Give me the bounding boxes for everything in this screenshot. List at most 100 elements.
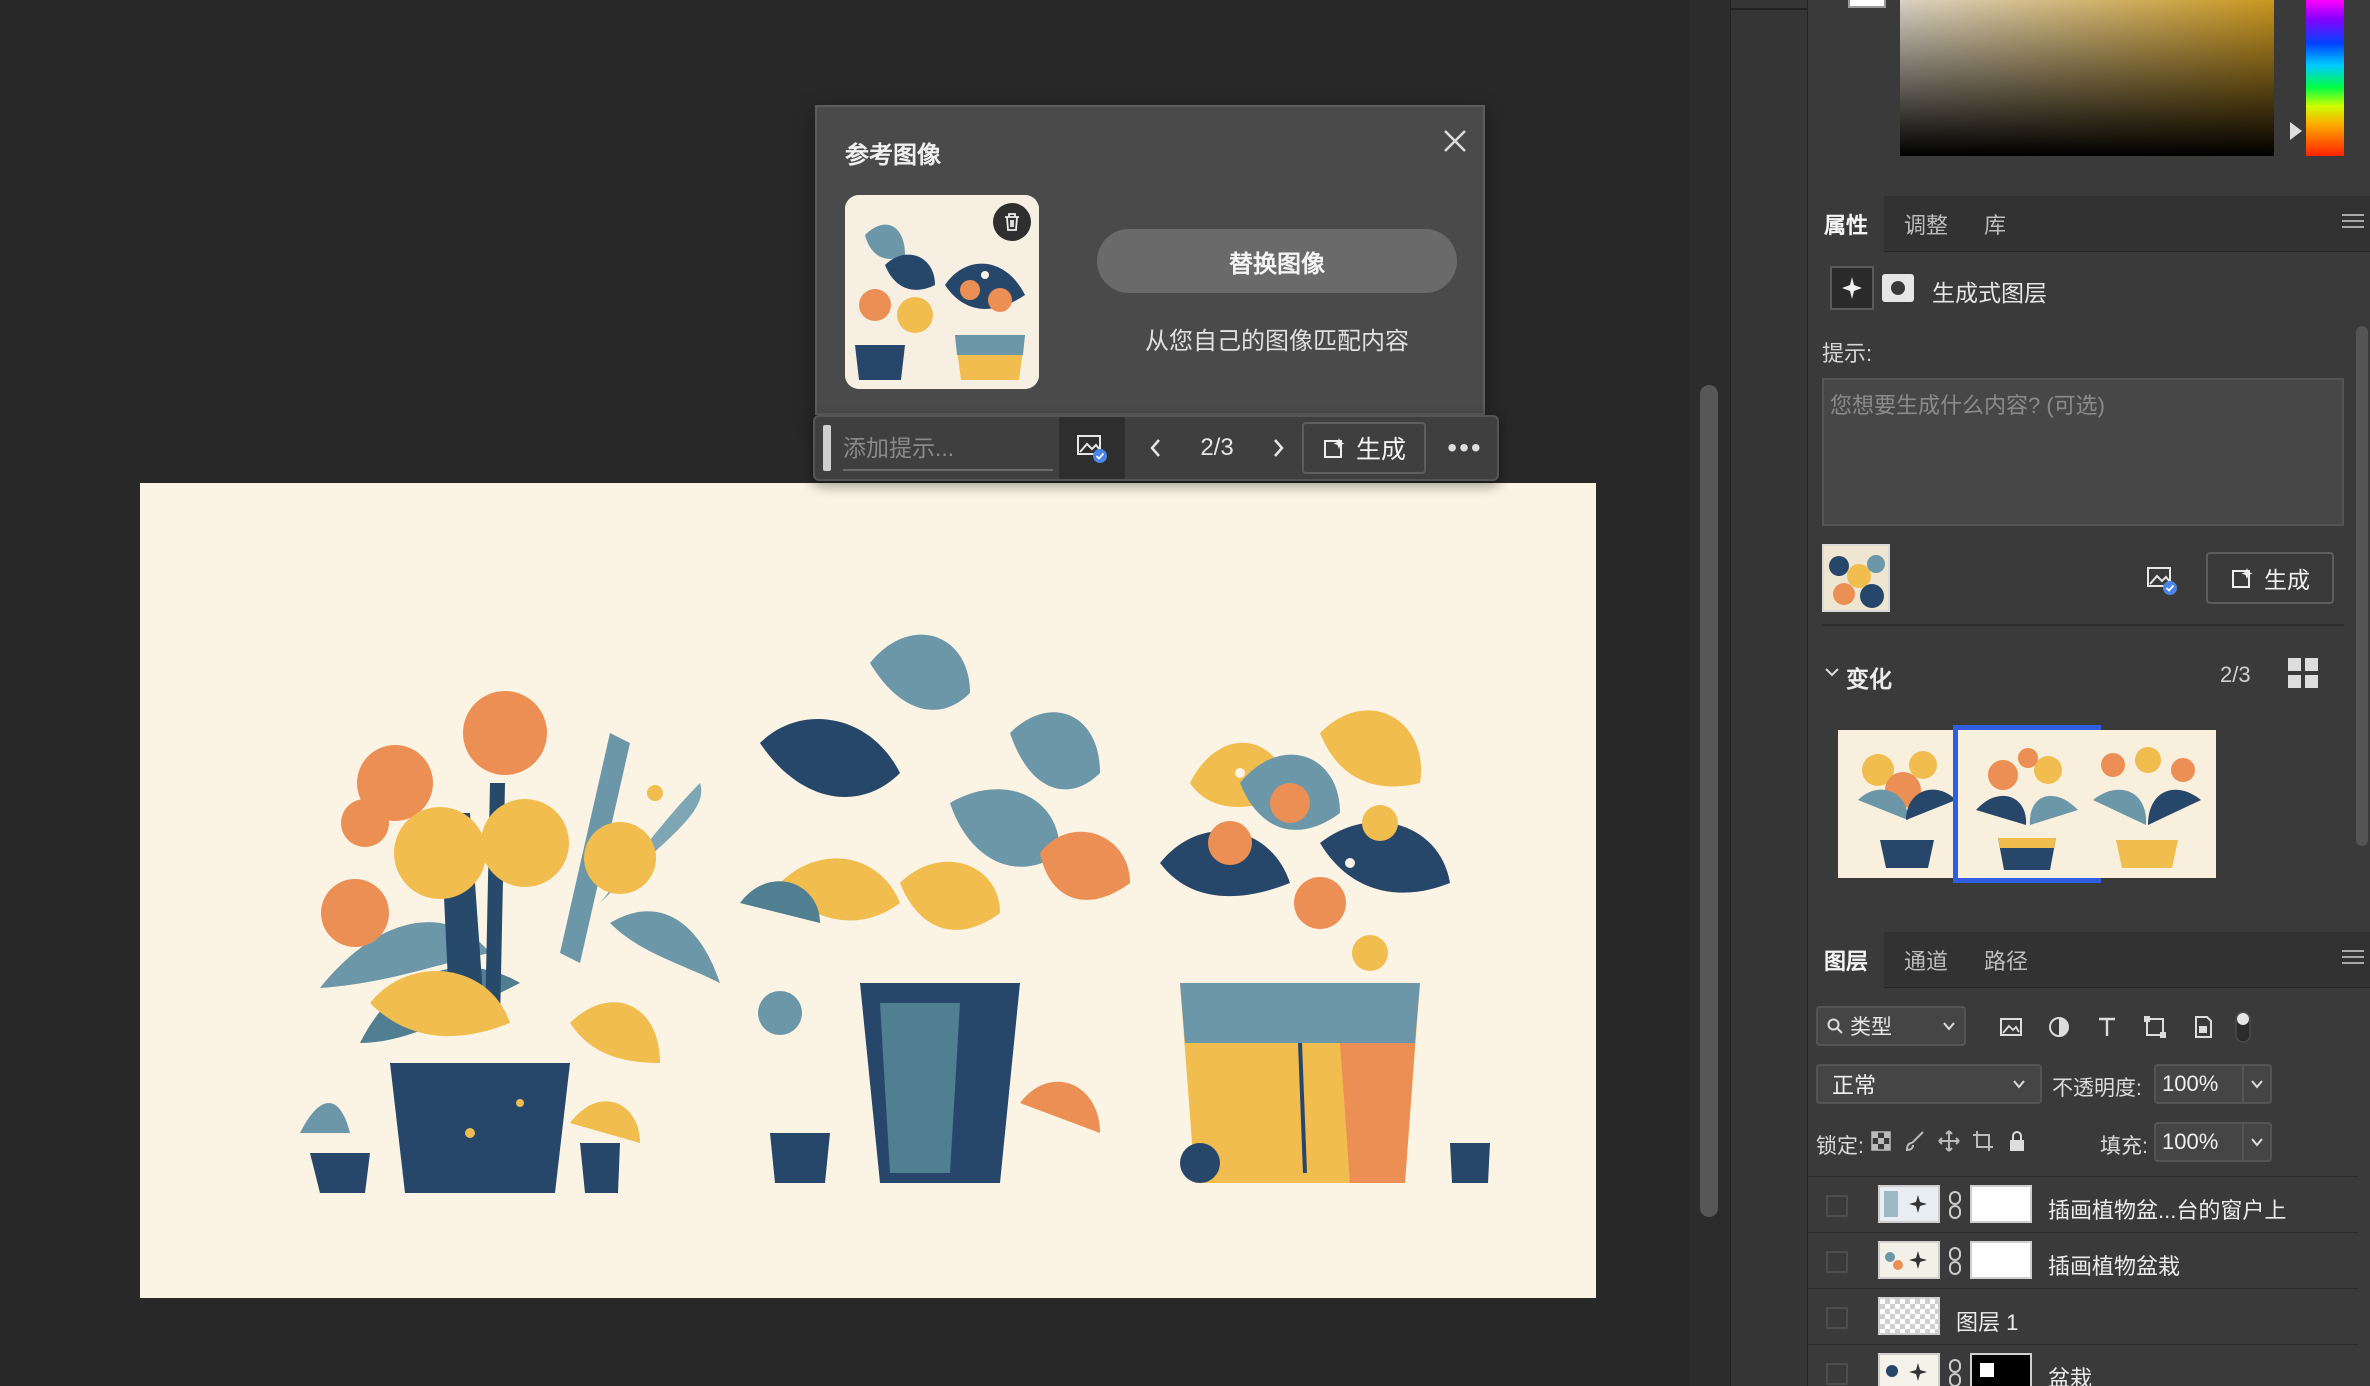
variation-thumbnail-1[interactable] <box>1838 730 1976 878</box>
type-icon <box>2099 1017 2115 1036</box>
lock-label: 锁定: <box>1816 1135 1864 1158</box>
chevron-right-icon <box>1274 439 1284 457</box>
image-icon <box>2000 1018 2022 1036</box>
layer-visibility-toggle[interactable] <box>1826 1363 1848 1385</box>
right-panel: 属性 调整 库 生成式图层 提示: 您想要生成什么内容? (可选) 生成 变化 … <box>1808 0 2370 1386</box>
panel-menu-icon[interactable] <box>2342 214 2364 232</box>
layer-thumbnail <box>1878 1353 1940 1386</box>
grid-icon <box>2288 658 2318 688</box>
layer-visibility-toggle[interactable] <box>1826 1195 1848 1217</box>
properties-reference-toggle[interactable] <box>2142 560 2182 600</box>
properties-generate-button[interactable]: 生成 <box>2206 552 2334 604</box>
hue-slider-marker[interactable] <box>2290 122 2302 140</box>
link-icon <box>1949 1359 1961 1386</box>
blend-mode-select[interactable]: 正常 <box>1816 1064 2042 1104</box>
lock-transparent-button[interactable] <box>1864 1124 1898 1158</box>
sparkle-icon <box>1842 277 1862 299</box>
previous-variation-button[interactable] <box>1133 417 1179 479</box>
contextual-taskbar: 2/3 生成 ••• <box>813 415 1499 481</box>
fill-input[interactable]: 100% <box>2154 1122 2244 1162</box>
hue-slider[interactable] <box>2306 0 2344 156</box>
tab-paths[interactable]: 路径 <box>1968 932 2044 988</box>
layer-thumbnail <box>1878 1297 1940 1335</box>
delete-reference-button[interactable] <box>993 203 1031 241</box>
adjustment-circle-icon <box>2049 1017 2069 1037</box>
taskbar-drag-handle[interactable] <box>823 425 831 471</box>
layer-name: 插画植物盆栽 <box>2048 1254 2181 1279</box>
trash-icon <box>1005 213 1019 231</box>
layer-mask-icon <box>1882 274 1914 302</box>
tab-libraries[interactable]: 库 <box>1968 196 2022 252</box>
next-variation-button[interactable] <box>1255 417 1301 479</box>
filter-type-button[interactable] <box>2090 1010 2124 1044</box>
close-button[interactable] <box>1435 121 1475 161</box>
layer-row[interactable]: 盆栽 <box>1808 1344 2358 1386</box>
properties-tabbar: 属性 调整 库 <box>1808 196 2370 252</box>
layer-filter-label: 类型 <box>1850 1016 1892 1039</box>
plant-left <box>300 691 720 1193</box>
generative-thumb-icon <box>1880 1187 1938 1221</box>
layers-menu-icon[interactable] <box>2342 950 2364 968</box>
properties-scrollbar[interactable] <box>2356 326 2368 846</box>
filter-adjustment-button[interactable] <box>2042 1010 2076 1044</box>
color-picker-field[interactable] <box>1900 0 2274 156</box>
grid-view-button[interactable] <box>2286 656 2320 690</box>
tab-channels[interactable]: 通道 <box>1888 932 1964 988</box>
document-canvas[interactable] <box>140 483 1596 1298</box>
layer-row[interactable]: 插画植物盆栽 <box>1808 1232 2358 1288</box>
mask-circle-icon <box>1891 281 1905 295</box>
variations-collapse-toggle[interactable] <box>1820 660 1844 684</box>
taskbar-generate-button[interactable]: 生成 <box>1302 422 1426 474</box>
lock-position-button[interactable] <box>1932 1124 1966 1158</box>
foreground-color-swatch[interactable] <box>1848 0 1886 8</box>
reference-image-icon <box>1077 435 1107 463</box>
taskbar-prompt-input[interactable] <box>843 427 1053 471</box>
variation-1-art <box>1838 730 1976 878</box>
variation-thumbnail-2[interactable] <box>1953 725 2101 883</box>
layer-name: 图层 1 <box>1956 1310 2019 1335</box>
filter-shape-button[interactable] <box>2138 1010 2172 1044</box>
chevron-down-icon <box>2013 1080 2025 1089</box>
lock-image-pixels-button[interactable] <box>1898 1124 1932 1158</box>
lock-all-button[interactable] <box>2000 1124 2034 1158</box>
move-icon <box>1938 1130 1960 1152</box>
canvas-scroll-thumb[interactable] <box>1700 385 1718 1217</box>
replace-image-button[interactable]: 替换图像 <box>1097 229 1457 293</box>
search-icon <box>1827 1018 1843 1034</box>
layer-visibility-toggle[interactable] <box>1826 1251 1848 1273</box>
prompt-textarea[interactable] <box>1822 378 2344 526</box>
tab-properties[interactable]: 属性 <box>1808 196 1885 252</box>
layer-filter-select[interactable]: 类型 <box>1816 1006 1966 1046</box>
filter-toggle-switch[interactable] <box>2226 1010 2260 1044</box>
tab-layers[interactable]: 图层 <box>1808 932 1885 988</box>
tab-adjustments[interactable]: 调整 <box>1888 196 1964 252</box>
variation-thumbnail-3[interactable] <box>2078 730 2216 878</box>
more-options-button[interactable]: ••• <box>1439 417 1491 479</box>
layer-mask-thumbnail <box>1970 1241 2032 1279</box>
layer-name: 插画植物盆...台的窗户上 <box>2048 1198 2287 1223</box>
lock-artboard-button[interactable] <box>1966 1124 2000 1158</box>
layer-row[interactable]: 插画植物盆...台的窗户上 <box>1808 1176 2358 1232</box>
generative-thumb-icon <box>1880 1355 1938 1386</box>
layer-visibility-toggle[interactable] <box>1826 1307 1848 1329</box>
generative-thumb-icon <box>1880 1243 1938 1277</box>
opacity-input[interactable]: 100% <box>2154 1064 2244 1104</box>
generative-layer-label: 生成式图层 <box>1932 280 2047 306</box>
reference-mini-art <box>1824 546 1888 610</box>
smart-object-icon <box>2195 1016 2212 1038</box>
generative-layer-icon <box>1830 266 1874 310</box>
plant-right <box>1160 710 1490 1183</box>
link-icon <box>1949 1247 1961 1275</box>
filter-smart-object-button[interactable] <box>2186 1010 2220 1044</box>
layer-row[interactable]: 图层 1 <box>1808 1288 2358 1344</box>
reference-image-toggle[interactable] <box>1059 417 1125 479</box>
opacity-dropdown-button[interactable] <box>2242 1064 2272 1104</box>
layer-mask-thumbnail <box>1970 1353 2032 1386</box>
prompt-label: 提示: <box>1822 341 1873 366</box>
filter-pixel-button[interactable] <box>1994 1010 2028 1044</box>
fill-dropdown-button[interactable] <box>2242 1122 2272 1162</box>
shape-icon <box>2144 1016 2166 1038</box>
reference-image-icon <box>2147 567 2177 595</box>
properties-reference-thumbnail[interactable] <box>1822 544 1890 612</box>
plant-middle <box>740 634 1130 1183</box>
